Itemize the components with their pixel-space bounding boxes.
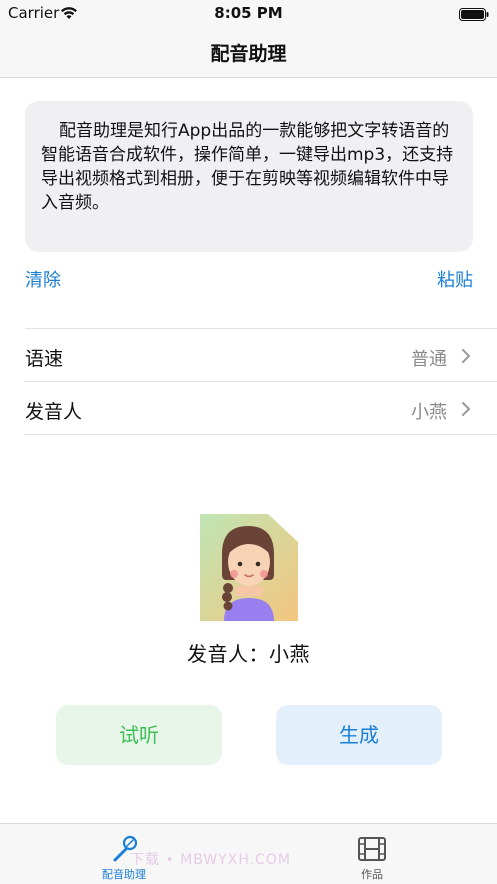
- tab-label: 作品: [361, 868, 383, 881]
- paste-button[interactable]: 粘贴: [437, 266, 473, 292]
- film-icon: [357, 834, 387, 864]
- divider: [25, 328, 497, 329]
- tab-works[interactable]: 作品: [312, 824, 432, 884]
- speaker-avatar: [200, 514, 298, 621]
- speaker-label: 发音人: [25, 401, 83, 423]
- clock: 8:05 PM: [214, 4, 283, 22]
- speaker-value: 小燕: [411, 402, 447, 423]
- battery-icon: [459, 6, 489, 21]
- current-speaker: 发音人：小燕: [0, 638, 497, 667]
- clear-button[interactable]: 清除: [25, 266, 61, 292]
- generate-button[interactable]: 生成: [276, 705, 442, 765]
- speaker-row[interactable]: 发音人 小燕: [25, 383, 473, 435]
- speaker-prefix: 发音人：: [187, 642, 269, 666]
- status-bar: Carrier 8:05 PM: [0, 0, 497, 26]
- watermark: 下载 • MBWYXH.COM: [130, 852, 291, 868]
- divider: [25, 381, 497, 382]
- speed-label: 语速: [25, 348, 64, 370]
- speed-value: 普通: [411, 349, 447, 370]
- chevron-right-icon: [461, 401, 471, 421]
- speed-row[interactable]: 语速 普通: [25, 330, 473, 382]
- divider: [25, 434, 497, 435]
- navigation-bar: 配音助理: [0, 26, 497, 78]
- text-input-area[interactable]: 配音助理是知行App出品的一款能够把文字转语音的智能语音合成软件，操作简单，一键…: [25, 101, 473, 252]
- listen-button[interactable]: 试听: [56, 705, 222, 765]
- chevron-right-icon: [461, 348, 471, 368]
- page-title: 配音助理: [210, 43, 287, 65]
- speaker-name-value: 小燕: [269, 642, 310, 666]
- tab-bar: 配音助理 作品 下载 • MBWYXH.COM: [0, 823, 497, 884]
